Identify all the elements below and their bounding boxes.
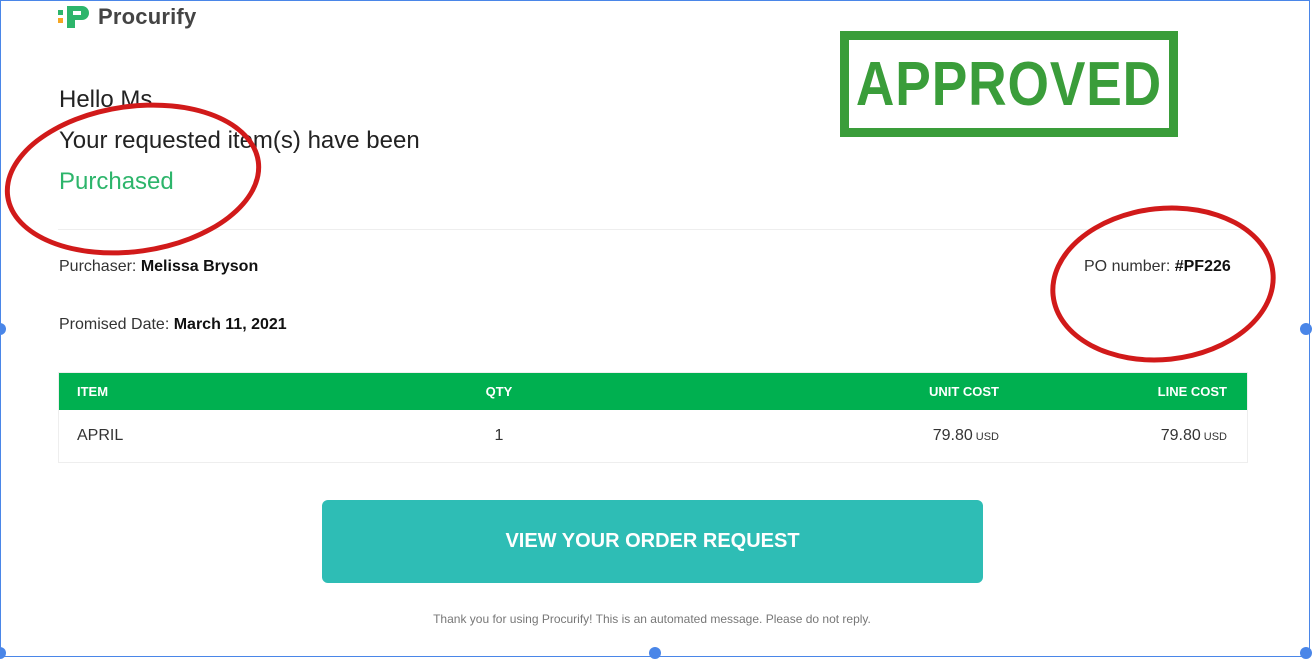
resize-handle-bottom-right[interactable]: [1300, 647, 1312, 659]
resize-handle-right[interactable]: [1300, 323, 1312, 335]
selection-frame: [0, 0, 1310, 657]
resize-handle-bottom[interactable]: [649, 647, 661, 659]
